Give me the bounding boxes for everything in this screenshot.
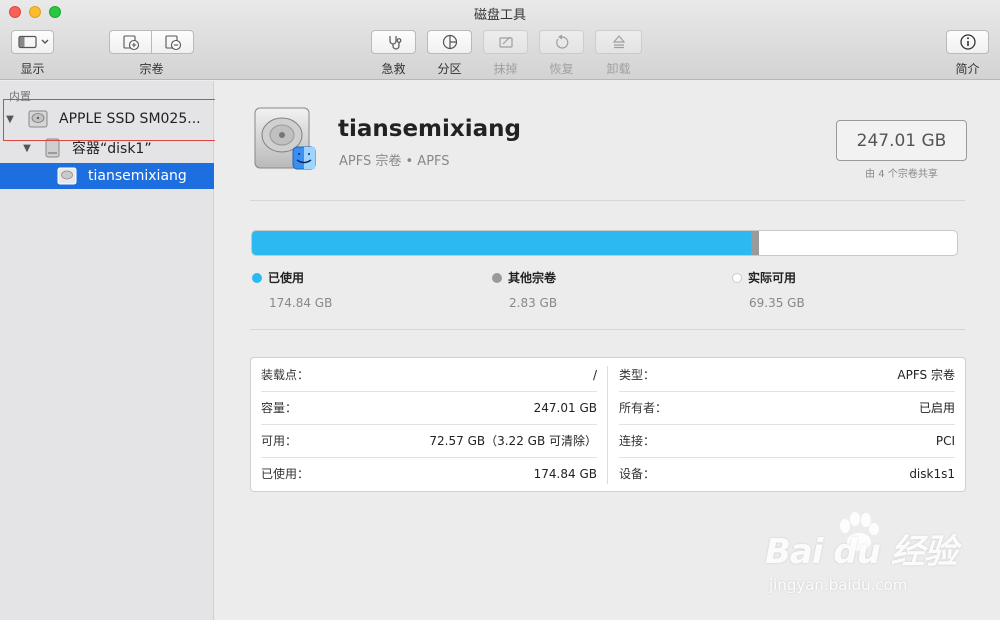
window-titlebar: 磁盘工具 显示 宗卷 急救 分区 抹掉 恢复 卸载 简介 <box>0 0 1000 80</box>
info-key: 容量： <box>261 401 298 415</box>
sidebar-section-heading: 内置 <box>9 90 31 103</box>
eject-icon <box>612 35 625 49</box>
volume-capacity-badge: 247.01 GB <box>836 120 967 161</box>
internal-drive-icon <box>28 110 48 128</box>
sidebar-view-icon <box>17 35 48 49</box>
watermark-brand: Bai du 经验 <box>765 532 958 572</box>
sidebar-item-label: tiansemixiang <box>88 168 187 184</box>
info-row-available: 可用： 72.57 GB（3.22 GB 可清除） <box>261 424 597 457</box>
volume-large-icon <box>254 107 316 170</box>
erase-icon <box>498 36 513 48</box>
unmount-button[interactable] <box>595 30 642 54</box>
legend-available-value: 69.35 GB <box>749 296 805 310</box>
legend-other-value: 2.83 GB <box>509 296 558 310</box>
info-label: 简介 <box>955 62 980 76</box>
info-value: 247.01 GB <box>533 400 597 415</box>
view-label: 显示 <box>20 62 45 76</box>
usage-bar <box>251 230 958 256</box>
disclosure-triangle-icon[interactable]: ▼ <box>20 143 34 154</box>
legend-used-value: 174.84 GB <box>269 296 333 310</box>
info-button[interactable] <box>946 30 989 54</box>
sidebar-item-label: 容器“disk1” <box>72 141 152 157</box>
sidebar-item-volume[interactable]: tiansemixiang <box>0 163 214 189</box>
baidu-watermark: Bai du 经验 jingyan.baidu.com <box>765 512 975 602</box>
info-value: PCI <box>935 433 955 448</box>
info-row-device: 设备： disk1s1 <box>619 457 955 490</box>
info-row-owners: 所有者： 已启用 <box>619 391 955 424</box>
legend-other: 其他宗卷 2.83 GB <box>492 267 557 310</box>
view-button[interactable] <box>11 30 54 54</box>
erase-label: 抹掉 <box>493 62 518 76</box>
sidebar: 内置 ▼ APPLE SSD SM025... ▼ 容器“disk1” tian… <box>0 81 214 620</box>
legend-used-dot <box>252 273 262 283</box>
usage-bar-used-segment <box>252 231 751 255</box>
restore-label: 恢复 <box>549 62 574 76</box>
volume-shared-note: 由 4 个宗卷共享 <box>865 169 938 180</box>
info-key: 设备： <box>619 467 656 481</box>
volume-label: 宗卷 <box>139 62 164 76</box>
info-value: disk1s1 <box>909 466 955 481</box>
legend-other-label: 其他宗卷 <box>508 271 557 285</box>
remove-volume-button[interactable] <box>151 30 194 54</box>
info-value: 174.84 GB <box>533 466 597 481</box>
first-aid-label: 急救 <box>381 62 406 76</box>
unmount-label: 卸载 <box>606 62 631 76</box>
usage-bar-other-segment <box>750 231 760 255</box>
info-value: 已启用 <box>918 401 955 415</box>
info-row-capacity: 容量： 247.01 GB <box>261 391 597 424</box>
info-key: 类型： <box>619 368 656 382</box>
legend-other-dot <box>492 273 502 283</box>
sidebar-item-label: APPLE SSD SM025... <box>59 111 201 127</box>
legend-used: 已使用 174.84 GB <box>252 267 332 310</box>
info-key: 装载点： <box>261 368 310 382</box>
add-volume-icon <box>122 35 139 51</box>
first-aid-button[interactable] <box>371 30 416 54</box>
add-volume-button[interactable] <box>109 30 152 54</box>
watermark-url: jingyan.baidu.com <box>769 576 908 594</box>
info-column-divider <box>607 366 608 484</box>
sidebar-item-container[interactable]: ▼ 容器“disk1” <box>0 135 214 161</box>
info-row-used: 已使用： 174.84 GB <box>261 457 597 490</box>
legend-used-label: 已使用 <box>268 271 305 285</box>
info-value: 72.57 GB（3.22 GB 可清除） <box>429 434 597 448</box>
divider <box>250 329 965 330</box>
partition-button[interactable] <box>427 30 472 54</box>
legend-available-label: 实际可用 <box>748 271 797 285</box>
volume-drive-icon <box>57 167 77 185</box>
info-key: 可用： <box>261 434 298 448</box>
window-title: 磁盘工具 <box>473 8 526 23</box>
container-drive-icon <box>45 138 60 158</box>
info-value: / <box>592 367 597 382</box>
partition-icon <box>442 34 457 50</box>
restore-icon <box>555 34 568 49</box>
stethoscope-icon <box>388 36 401 50</box>
legend-available: 实际可用 69.35 GB <box>732 267 805 310</box>
info-icon <box>959 34 976 50</box>
info-key: 所有者： <box>619 401 668 415</box>
disclosure-triangle-icon[interactable]: ▼ <box>3 114 17 125</box>
legend-available-dot <box>732 273 742 283</box>
volume-subtitle: APFS 宗卷 • APFS <box>339 154 450 169</box>
remove-volume-icon <box>164 35 181 51</box>
volume-info-table: 装载点： / 容量： 247.01 GB 可用： 72.57 GB（3.22 G… <box>250 357 966 492</box>
info-row-mount-point: 装载点： / <box>261 358 597 391</box>
info-key: 已使用： <box>261 467 310 481</box>
partition-label: 分区 <box>437 62 462 76</box>
info-key: 连接： <box>619 434 656 448</box>
sidebar-item-disk[interactable]: ▼ APPLE SSD SM025... <box>0 106 214 132</box>
info-value: APFS 宗卷 <box>897 368 955 382</box>
info-left-column: 装载点： / 容量： 247.01 GB 可用： 72.57 GB（3.22 G… <box>261 358 597 491</box>
info-row-connection: 连接： PCI <box>619 424 955 457</box>
info-row-type: 类型： APFS 宗卷 <box>619 358 955 391</box>
info-right-column: 类型： APFS 宗卷 所有者： 已启用 连接： PCI 设备： disk1s1 <box>619 358 955 491</box>
volume-name: tiansemixiang <box>338 116 521 142</box>
erase-button[interactable] <box>483 30 528 54</box>
divider <box>250 200 965 201</box>
restore-button[interactable] <box>539 30 584 54</box>
